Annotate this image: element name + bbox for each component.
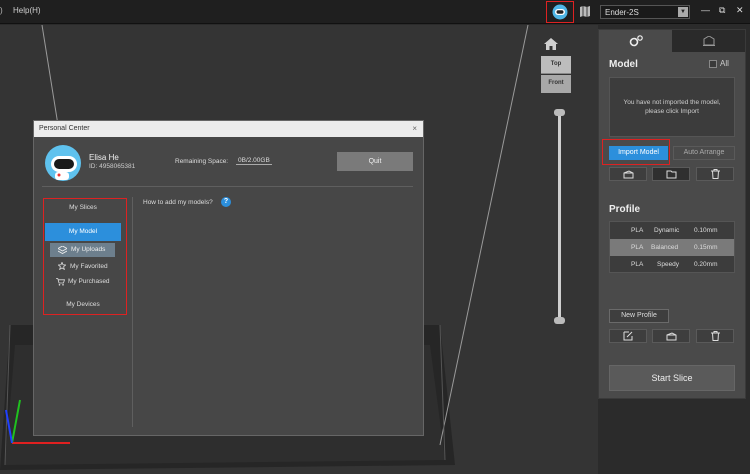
- cube-import-icon: [666, 331, 676, 340]
- restore-button[interactable]: ⧉: [719, 5, 725, 16]
- open-folder-button[interactable]: [652, 167, 690, 181]
- how-to-add-models-text: How to add my models?: [143, 199, 213, 206]
- user-id: ID: 4958065381: [89, 163, 135, 170]
- profile-layer-height: 0.15mm: [694, 244, 718, 251]
- import-profile-button[interactable]: [652, 329, 690, 343]
- profile-row[interactable]: PLA Dynamic 0.10mm: [610, 222, 734, 239]
- printer-icon: [702, 36, 715, 46]
- profile-section-title: Profile: [609, 204, 641, 215]
- trash-icon: [710, 169, 720, 179]
- personal-center-button[interactable]: [546, 1, 574, 23]
- folder-open-icon: [666, 170, 676, 178]
- view-cube-top[interactable]: Top: [541, 56, 571, 74]
- view-cube[interactable]: Top Front: [541, 56, 571, 94]
- divider: [42, 186, 413, 187]
- menu-my-devices[interactable]: My Devices: [45, 301, 121, 308]
- side-panel: Model All You have not imported the mode…: [598, 29, 746, 399]
- profile-layer-height: 0.20mm: [694, 261, 718, 268]
- profile-material: PLA: [631, 244, 644, 251]
- empty-model-message-line1: You have not imported the model,: [623, 99, 721, 106]
- select-all-checkbox[interactable]: [709, 60, 717, 68]
- user-id-value: 4958065381: [99, 163, 136, 170]
- menu-my-favorited[interactable]: My Favorited: [70, 263, 108, 270]
- cube-import-icon: [623, 169, 633, 178]
- cart-icon: [56, 278, 65, 286]
- panel-tabs: [599, 30, 745, 52]
- profile-name: Dynamic: [654, 227, 680, 234]
- edit-profile-button[interactable]: [609, 329, 647, 343]
- dialog-title-bar: Personal Center ×: [34, 121, 423, 137]
- import-from-cloud-button[interactable]: [609, 167, 647, 181]
- empty-model-message: You have not imported the model, please …: [609, 77, 735, 137]
- layer-slider-upper-handle[interactable]: [554, 109, 565, 116]
- avatar: [45, 145, 81, 181]
- profile-layer-height: 0.10mm: [694, 227, 718, 234]
- map-icon[interactable]: [580, 6, 590, 17]
- new-profile-button[interactable]: New Profile: [609, 309, 669, 323]
- user-id-label: ID:: [89, 163, 98, 170]
- tab-printer-preview[interactable]: [672, 30, 745, 52]
- robot-avatar-icon: [51, 156, 77, 180]
- profile-name: Speedy: [657, 261, 680, 268]
- personal-center-dialog: Personal Center × Elisa He ID: 495806538…: [33, 120, 424, 436]
- remaining-space-value: 0B/2.00GB: [236, 157, 272, 165]
- dialog-close-button[interactable]: ×: [412, 124, 417, 133]
- profile-list: PLA Dynamic 0.10mm PLA Balanced 0.15mm P…: [609, 221, 735, 273]
- profile-row[interactable]: PLA Balanced 0.15mm: [610, 239, 734, 256]
- remaining-space-label: Remaining Space:: [175, 158, 229, 165]
- close-window-button[interactable]: ✕: [736, 5, 744, 16]
- profile-material: PLA: [631, 261, 644, 268]
- delete-profile-button[interactable]: [696, 329, 734, 343]
- select-all-label: All: [720, 59, 729, 68]
- help-icon[interactable]: ?: [221, 197, 231, 207]
- edit-icon: [623, 331, 633, 341]
- profile-row[interactable]: PLA Speedy 0.20mm: [610, 256, 734, 273]
- menu-item-partial[interactable]: ): [0, 6, 3, 15]
- trash-icon: [710, 331, 720, 341]
- tab-settings[interactable]: [599, 30, 672, 52]
- menu-my-uploads[interactable]: My Uploads: [50, 243, 115, 257]
- dropdown-arrow-icon: ▼: [678, 7, 688, 17]
- vertical-divider: [132, 197, 133, 427]
- empty-model-message-line2: please click Import: [645, 108, 699, 115]
- menu-my-slices[interactable]: My Slices: [45, 204, 121, 211]
- quit-button[interactable]: Quit: [337, 152, 413, 171]
- minimize-button[interactable]: —: [701, 5, 710, 15]
- printer-select-value: Ender-2S: [605, 8, 639, 17]
- delete-model-button[interactable]: [696, 167, 734, 181]
- gears-icon: [629, 35, 643, 47]
- layers-icon: [58, 246, 67, 254]
- dialog-title: Personal Center: [39, 125, 90, 132]
- import-model-button[interactable]: Import Model: [609, 146, 668, 160]
- view-cube-front[interactable]: Front: [541, 75, 571, 93]
- menu-item-help[interactable]: Help(H): [13, 6, 41, 15]
- top-menu-bar: ) Help(H) Ender-2S ▼ — ⧉ ✕: [0, 0, 750, 24]
- auto-arrange-button[interactable]: Auto Arrange: [673, 146, 735, 160]
- menu-my-purchased[interactable]: My Purchased: [68, 278, 110, 285]
- profile-name: Balanced: [651, 244, 679, 251]
- start-slice-button[interactable]: Start Slice: [609, 365, 735, 391]
- star-icon: [58, 262, 66, 270]
- menu-my-uploads-label: My Uploads: [71, 246, 106, 253]
- layer-slider-track[interactable]: [558, 112, 561, 320]
- layer-slider-lower-handle[interactable]: [554, 317, 565, 324]
- printer-select[interactable]: Ender-2S ▼: [600, 5, 690, 19]
- menu-my-model[interactable]: My Model: [45, 223, 121, 241]
- robot-avatar-icon: [552, 4, 568, 20]
- home-view-icon[interactable]: [544, 38, 558, 50]
- model-section-title: Model: [609, 59, 638, 70]
- profile-material: PLA: [631, 227, 644, 234]
- user-name: Elisa He: [89, 153, 119, 162]
